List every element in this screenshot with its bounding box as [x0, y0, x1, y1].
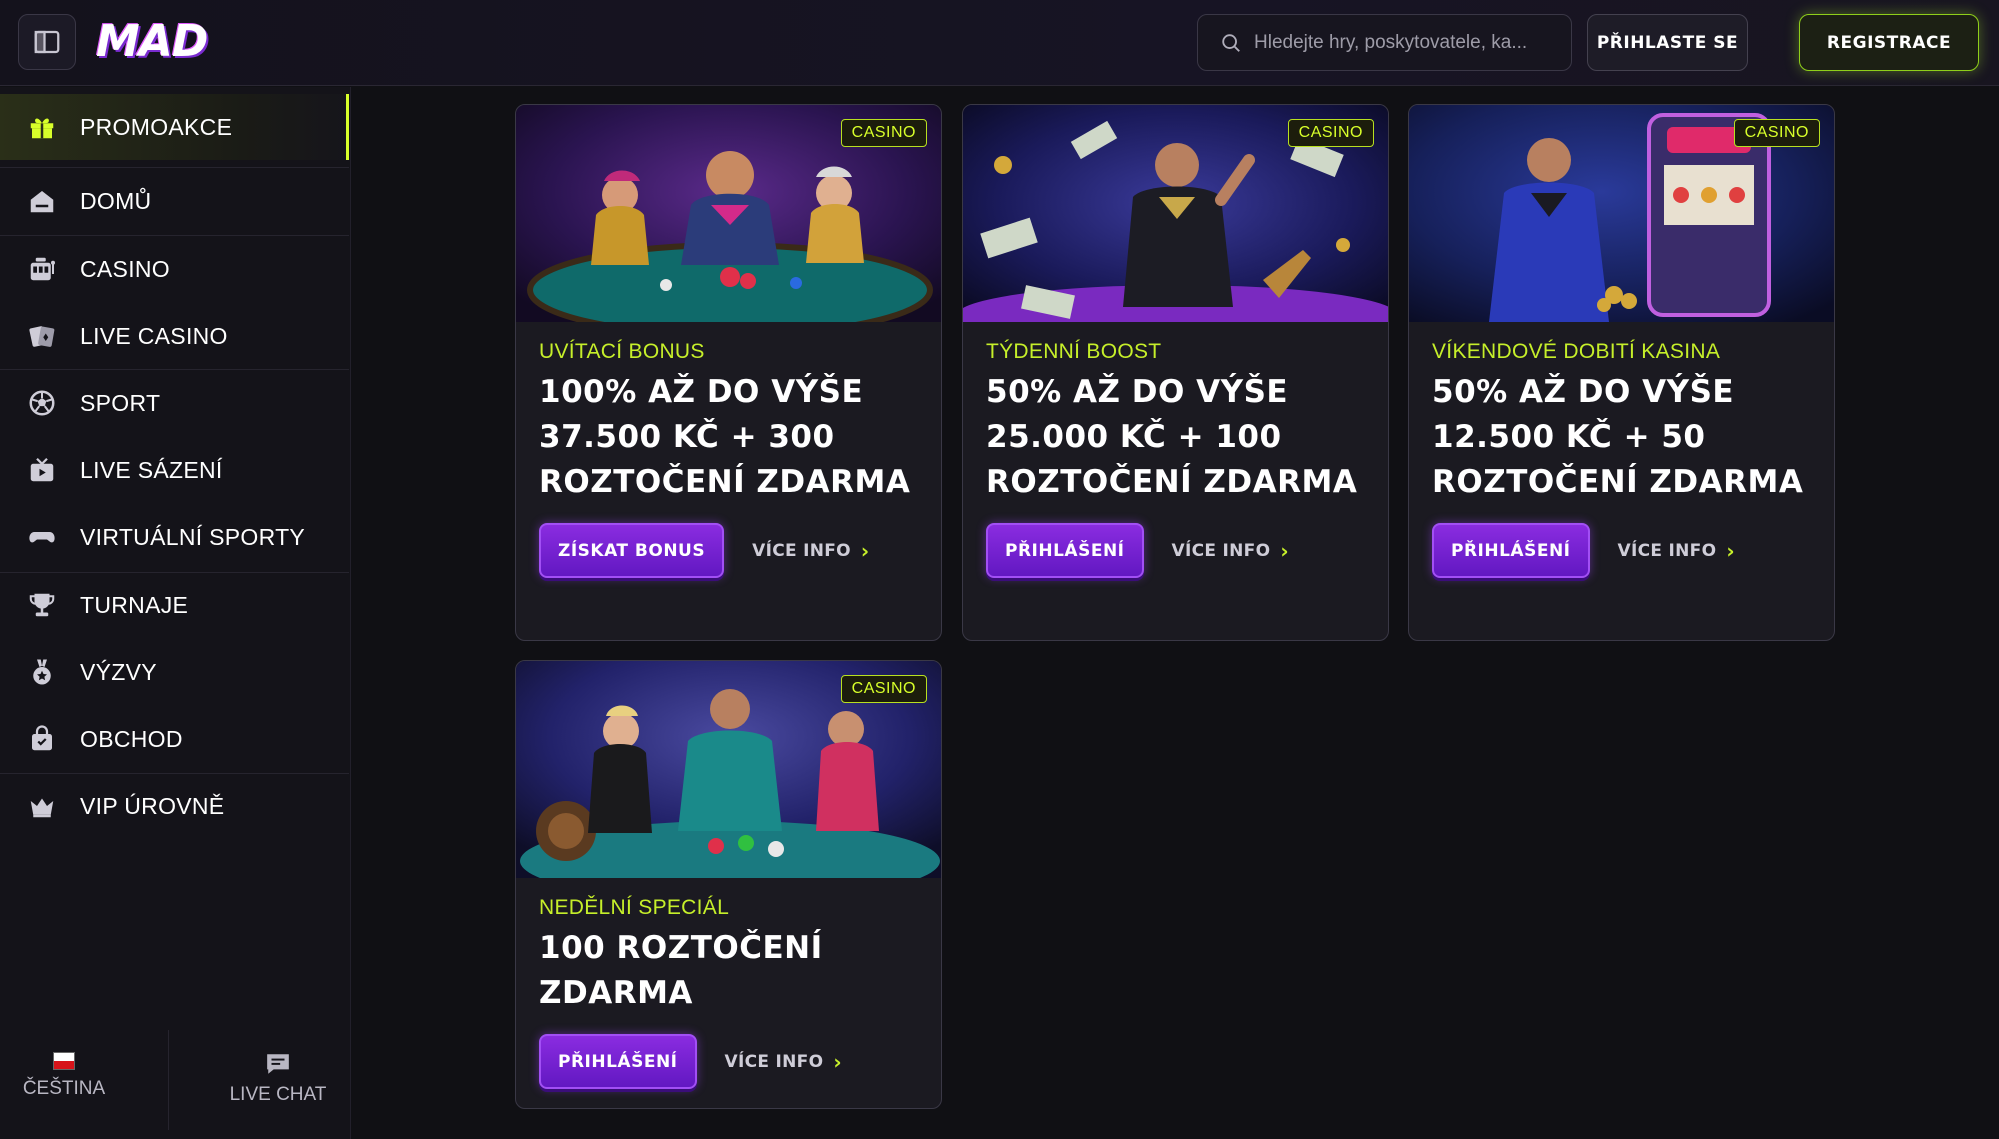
promo-subtitle: TÝDENNÍ BOOST [986, 340, 1162, 363]
chevron-right-icon: › [1280, 538, 1289, 563]
sidebar-item-label: LIVE SÁZENÍ [80, 456, 223, 483]
login-promo-button[interactable]: PŘIHLÁŠENÍ [1432, 523, 1590, 578]
login-promo-button[interactable]: PŘIHLÁŠENÍ [986, 523, 1144, 578]
promo-actions: PŘIHLÁŠENÍ VÍCE INFO › [986, 523, 1365, 578]
crown-icon [26, 790, 58, 822]
more-info-label: VÍCE INFO [1617, 540, 1717, 561]
sidebar-item-label: CASINO [80, 255, 170, 282]
promo-actions: PŘIHLÁŠENÍ VÍCE INFO › [539, 1034, 918, 1089]
soccer-ball-icon [26, 387, 58, 419]
promo-title: 100 ROZTOČENÍ ZDARMA [539, 930, 823, 1011]
sidebar-item-label: VÝZVY [80, 658, 157, 685]
promo-body: VÍKENDOVÉ DOBITÍ KASINA 50% AŽ DO VÝŠE 1… [1409, 322, 1834, 598]
promo-card: CASINO TÝDENNÍ BOOST 50% AŽ DO VÝŠE 25.0… [962, 104, 1389, 641]
sidebar-item-turnaje[interactable]: TURNAJE [0, 572, 349, 638]
sidebar-item-label: VIRTUÁLNÍ SPORTY [80, 523, 306, 550]
promo-subtitle: UVÍTACÍ BONUS [539, 340, 705, 363]
search-box[interactable] [1197, 14, 1572, 71]
more-info-link[interactable]: VÍCE INFO › [1172, 539, 1289, 563]
promo-body: UVÍTACÍ BONUS 100% AŽ DO VÝŠE 37.500 KČ … [516, 322, 941, 598]
sidebar-item-promoakce[interactable]: PROMOAKCE [0, 94, 349, 160]
trophy-icon [26, 589, 58, 621]
sidebar-item-label: DOMŮ [80, 187, 152, 214]
cards-icon [26, 320, 58, 352]
gamepad-icon [26, 521, 58, 553]
chevron-right-icon: › [833, 1049, 842, 1074]
sidebar-item-casino[interactable]: CASINO [0, 236, 349, 302]
promo-card: CASINO VÍKENDOVÉ DOBITÍ KASINA 50% AŽ DO… [1408, 104, 1835, 641]
chevron-right-icon: › [1726, 538, 1735, 563]
more-info-link[interactable]: VÍCE INFO › [752, 539, 869, 563]
sidebar-item-label: LIVE CASINO [80, 322, 228, 349]
login-promo-button[interactable]: PŘIHLÁŠENÍ [539, 1034, 697, 1089]
search-input[interactable] [1254, 31, 1564, 54]
register-button[interactable]: REGISTRACE [1799, 14, 1979, 71]
promo-body: TÝDENNÍ BOOST 50% AŽ DO VÝŠE 25.000 KČ +… [963, 322, 1388, 598]
more-info-label: VÍCE INFO [724, 1051, 824, 1072]
top-header: MAD PŘIHLASTE SE REGISTRACE [0, 0, 1999, 86]
category-badge: CASINO [1287, 119, 1374, 147]
category-badge: CASINO [840, 119, 927, 147]
sidebar-item-label: VIP ÚROVNĚ [80, 792, 225, 819]
sidebar-item-label: PROMOAKCE [80, 113, 233, 140]
live-chat-label: LIVE CHAT [229, 1084, 327, 1105]
sidebar-item-live-sazeni[interactable]: LIVE SÁZENÍ [0, 437, 349, 503]
sidebar-item-label: TURNAJE [80, 591, 189, 618]
promo-subtitle: NEDĚLNÍ SPECIÁL [539, 896, 730, 919]
sidebar-item-obchod[interactable]: OBCHOD [0, 706, 349, 772]
sidebar-item-sport[interactable]: SPORT [0, 370, 349, 436]
live-chat-button[interactable]: LIVE CHAT [210, 1052, 346, 1106]
search-icon [1222, 33, 1240, 52]
medal-icon [26, 656, 58, 688]
slot-machine-icon [26, 253, 58, 285]
gift-icon [26, 111, 58, 143]
language-label: ČEŠTINA [22, 1078, 106, 1099]
czech-flag-icon [53, 1052, 75, 1070]
sidebar-item-label: OBCHOD [80, 725, 183, 752]
promo-actions: PŘIHLÁŠENÍ VÍCE INFO › [1432, 523, 1811, 578]
login-button[interactable]: PŘIHLASTE SE [1587, 14, 1748, 71]
promo-actions: ZÍSKAT BONUS VÍCE INFO › [539, 523, 918, 578]
home-icon [26, 185, 58, 217]
sidebar-item-vyzvy[interactable]: VÝZVY [0, 639, 349, 705]
chat-icon [267, 1054, 289, 1074]
promo-title: 50% AŽ DO VÝŠE 25.000 KČ + 100 ROZTOČENÍ… [986, 374, 1358, 500]
promo-image: CASINO [516, 661, 941, 878]
language-selector[interactable]: ČEŠTINA [0, 1052, 128, 1100]
promo-card: CASINO UVÍTACÍ BONUS 100% AŽ DO VÝŠE 37.… [515, 104, 942, 641]
chevron-right-icon: › [860, 538, 870, 563]
sidebar-toggle-icon [34, 30, 60, 54]
sidebar-item-label: SPORT [80, 389, 161, 416]
sidebar-item-domu[interactable]: DOMŮ [0, 168, 349, 234]
more-info-label: VÍCE INFO [752, 540, 851, 561]
promo-image: CASINO [1409, 105, 1834, 322]
sidebar-item-vip-urovne[interactable]: VIP ÚROVNĚ [0, 773, 349, 839]
promo-subtitle: VÍKENDOVÉ DOBITÍ KASINA [1432, 340, 1721, 363]
more-info-link[interactable]: VÍCE INFO › [1618, 539, 1735, 563]
tv-icon [26, 454, 58, 486]
promo-title: 100% AŽ DO VÝŠE 37.500 KČ + 300 ROZTOČEN… [539, 374, 911, 500]
site-logo[interactable]: MAD [96, 18, 208, 66]
sidebar-toggle-button[interactable] [18, 14, 76, 70]
promo-image: CASINO [516, 105, 941, 322]
promo-title: 50% AŽ DO VÝŠE 12.500 KČ + 50 ROZTOČENÍ … [1432, 374, 1804, 500]
sidebar-item-live-casino[interactable]: LIVE CASINO [0, 303, 349, 369]
footer-divider [168, 1030, 169, 1130]
promo-card: CASINO NEDĚLNÍ SPECIÁL 100 ROZTOČENÍ ZDA… [515, 660, 942, 1109]
more-info-link[interactable]: VÍCE INFO › [725, 1050, 842, 1074]
more-info-label: VÍCE INFO [1171, 540, 1271, 561]
promo-image: CASINO [963, 105, 1388, 322]
shopping-bag-icon [26, 723, 58, 755]
get-bonus-button[interactable]: ZÍSKAT BONUS [539, 523, 725, 578]
category-badge: CASINO [1733, 119, 1820, 147]
promo-body: NEDĚLNÍ SPECIÁL 100 ROZTOČENÍ ZDARMA PŘI… [516, 878, 941, 1108]
sidebar-item-virtualni-sporty[interactable]: VIRTUÁLNÍ SPORTY [0, 504, 349, 570]
category-badge: CASINO [840, 675, 927, 703]
